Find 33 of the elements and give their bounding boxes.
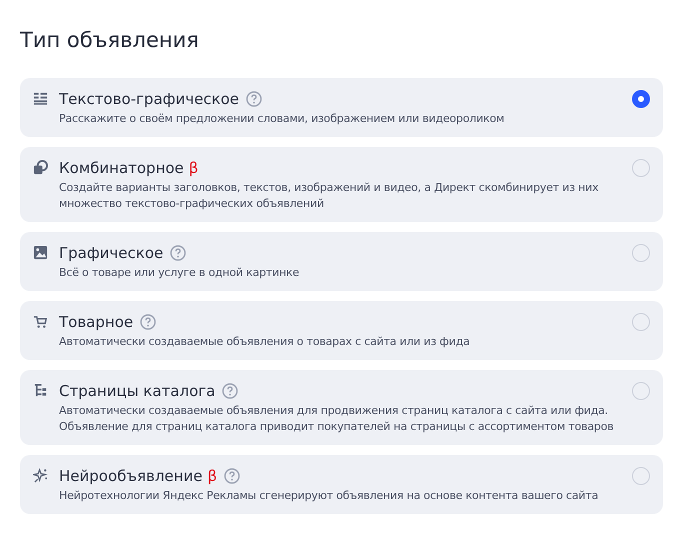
option-title: Товарное bbox=[59, 313, 134, 331]
ad-type-option[interactable]: Страницы каталога Автоматически создаваемые объявления для продвижения страниц каталога с сайта или фида. Объявление для страниц каталога приводит покупателей на страницы с ассортиментом товаров bbox=[20, 370, 663, 445]
option-description: Расскажите о своём предложении словами, изображением или видеороликом bbox=[59, 111, 506, 127]
help-icon[interactable] bbox=[170, 245, 186, 261]
sparkle-icon bbox=[33, 468, 48, 483]
list-icon bbox=[33, 91, 48, 106]
option-title: Текстово-графическое bbox=[59, 90, 240, 108]
image-icon bbox=[33, 245, 48, 260]
ad-type-option[interactable]: Товарное Автоматически создаваемые объявления о товарах с сайта или из фида bbox=[20, 301, 663, 360]
ad-type-option[interactable]: Нейрообъявление β Нейротехнологии Яндекс Рекламы сгенерируют объявления на основе контента вашего сайта bbox=[20, 455, 663, 514]
beta-label: β bbox=[188, 159, 198, 177]
cart-icon bbox=[33, 314, 48, 329]
option-description: Нейротехнологии Яндекс Рекламы сгенерируют объявления на основе контента вашего сайта bbox=[59, 488, 600, 504]
help-icon[interactable] bbox=[140, 314, 156, 330]
option-title: Страницы каталога bbox=[59, 382, 216, 400]
beta-label: β bbox=[207, 467, 218, 485]
option-description: Автоматически создаваемые объявления для продвижения страниц каталога с сайта или фида. Объявление для страниц каталога приводит покупателей на страницы с ассортиментом товаров bbox=[59, 403, 615, 435]
option-title: Графическое bbox=[59, 244, 164, 262]
option-description: Автоматически создаваемые объявления о товарах с сайта или из фида bbox=[59, 334, 471, 350]
ad-type-option[interactable]: Текстово-графическое Расскажите о своём предложении словами, изображением или видеороликом bbox=[20, 78, 663, 137]
help-icon[interactable] bbox=[222, 383, 238, 399]
option-description: Создайте варианты заголовков, текстов, изображений и видео, а Директ скомбинирует из них множество текстово-графических объявлений bbox=[59, 180, 600, 212]
option-description: Всё о товаре или услуге в одной картинке bbox=[59, 265, 300, 281]
help-icon[interactable] bbox=[246, 91, 262, 107]
shapes-icon bbox=[33, 160, 48, 175]
option-title: Комбинаторное bbox=[59, 159, 184, 177]
ad-type-option[interactable]: Комбинаторное β Создайте варианты заголовков, текстов, изображений и видео, а Директ скомбинирует из них множество текстово-графических объявлений bbox=[20, 147, 663, 222]
tree-icon bbox=[33, 383, 48, 398]
help-icon[interactable] bbox=[224, 468, 240, 484]
radio-button[interactable] bbox=[632, 90, 650, 108]
option-title: Нейрообъявление bbox=[59, 467, 202, 485]
ad-type-option[interactable]: Графическое Всё о товаре или услуге в одной картинке bbox=[20, 232, 663, 291]
section-heading: Тип объявления bbox=[20, 27, 199, 54]
